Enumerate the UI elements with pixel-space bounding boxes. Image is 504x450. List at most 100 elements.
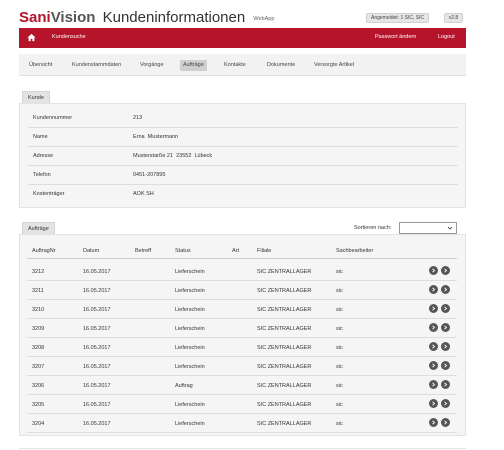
cell-filiale: SIC ZENTRALLAGER bbox=[257, 345, 312, 351]
tab-auftraege[interactable]: Aufträge bbox=[180, 60, 207, 71]
chevron-right-icon bbox=[432, 306, 436, 311]
col-betreff[interactable]: Betreff bbox=[135, 248, 151, 254]
nav-logout[interactable]: Logout bbox=[438, 34, 455, 40]
kunde-value: AOK SH bbox=[133, 191, 154, 197]
cell-datum: 16.05.2017 bbox=[83, 402, 111, 408]
cell-filiale: SIC ZENTRALLAGER bbox=[257, 288, 312, 294]
table-row[interactable]: 3212 16.05.2017 Lieferschein SIC ZENTRALLAG… bbox=[27, 262, 457, 281]
cell-filiale: SIC ZENTRALLAGER bbox=[257, 364, 312, 370]
tab-dokumente[interactable]: Dokumente bbox=[264, 60, 298, 71]
cell-status: Lieferschein bbox=[175, 326, 205, 332]
tab-uebersicht[interactable]: Übersicht bbox=[26, 60, 55, 71]
row-action-button-1[interactable] bbox=[429, 266, 438, 275]
top-nav-bar: Kundensuche Passwort ändern Logout bbox=[19, 28, 466, 48]
table-row[interactable]: 3209 16.05.2017 Lieferschein SIC ZENTRALLAG… bbox=[27, 319, 457, 338]
tab-kontakte[interactable]: Kontakte bbox=[221, 60, 249, 71]
cell-sb: sic bbox=[336, 402, 343, 408]
row-action-button-2[interactable] bbox=[441, 399, 450, 408]
table-row[interactable]: 3208 16.05.2017 Lieferschein SIC ZENTRALLAG… bbox=[27, 338, 457, 357]
cell-filiale: SIC ZENTRALLAGER bbox=[257, 307, 312, 313]
cell-sb: sic bbox=[336, 364, 343, 370]
row-action-button-2[interactable] bbox=[441, 361, 450, 370]
auftraege-section-label: Aufträge bbox=[22, 222, 55, 234]
col-status[interactable]: Status bbox=[175, 248, 191, 254]
kunde-row: Kundennummer 213 bbox=[28, 109, 458, 128]
cell-nr: 3205 bbox=[32, 402, 45, 408]
cell-status: Lieferschein bbox=[175, 345, 205, 351]
table-row[interactable]: 3210 16.05.2017 Lieferschein SIC ZENTRALLAG… bbox=[27, 300, 457, 319]
app-header: SaniVision Kundeninformationen WebApp An… bbox=[19, 6, 466, 28]
row-action-button-2[interactable] bbox=[441, 323, 450, 332]
table-row[interactable]: 3211 16.05.2017 Lieferschein SIC ZENTRALLAG… bbox=[27, 281, 457, 300]
cell-nr: 3207 bbox=[32, 364, 45, 370]
kunde-panel: Kundennummer 213 Name Erna Mustermann Ad… bbox=[19, 103, 466, 208]
kunde-label: Kundennummer bbox=[33, 115, 73, 121]
nav-kundensuche[interactable]: Kundensuche bbox=[52, 34, 86, 40]
tab-versorgte-artikel[interactable]: Versorgte Artikel bbox=[311, 60, 357, 71]
row-action-button-1[interactable] bbox=[429, 399, 438, 408]
kunde-value: Musterstarße 21 23552 Lübeck bbox=[133, 153, 213, 159]
cell-datum: 16.05.2017 bbox=[83, 269, 111, 275]
row-action-button-1[interactable] bbox=[429, 323, 438, 332]
row-action-button-1[interactable] bbox=[429, 285, 438, 294]
row-action-button-1[interactable] bbox=[429, 361, 438, 370]
chevron-right-icon bbox=[432, 344, 436, 349]
cell-datum: 16.05.2017 bbox=[83, 421, 111, 427]
chevron-right-icon bbox=[444, 287, 448, 292]
chevron-right-icon bbox=[444, 325, 448, 330]
cell-datum: 16.05.2017 bbox=[83, 307, 111, 313]
col-filiale[interactable]: Filiale bbox=[257, 248, 271, 254]
row-action-button-2[interactable] bbox=[441, 418, 450, 427]
col-art[interactable]: Art bbox=[232, 248, 239, 254]
cell-status: Lieferschein bbox=[175, 364, 205, 370]
chevron-right-icon bbox=[444, 382, 448, 387]
cell-datum: 16.05.2017 bbox=[83, 326, 111, 332]
kunde-label: Kostenträger bbox=[33, 191, 65, 197]
row-action-button-2[interactable] bbox=[441, 285, 450, 294]
table-header: AuftragNr Datum Betreff Status Art Filia… bbox=[27, 245, 457, 259]
chevron-right-icon bbox=[432, 287, 436, 292]
home-icon[interactable] bbox=[27, 33, 36, 42]
table-row[interactable]: 3206 16.05.2017 Auftrag SIC ZENTRALLAGER sic bbox=[27, 376, 457, 395]
tab-vorgaenge[interactable]: Vorgänge bbox=[137, 60, 167, 71]
cell-nr: 3208 bbox=[32, 345, 45, 351]
row-action-button-2[interactable] bbox=[441, 342, 450, 351]
kunde-row: Kostenträger AOK SH bbox=[28, 185, 458, 204]
brand-logo-sani: Sani bbox=[19, 9, 51, 26]
table-row[interactable]: 3207 16.05.2017 Lieferschein SIC ZENTRALLAG… bbox=[27, 357, 457, 376]
row-action-button-2[interactable] bbox=[441, 266, 450, 275]
chevron-right-icon bbox=[444, 306, 448, 311]
kunde-label: Name bbox=[33, 134, 48, 140]
table-row[interactable]: 3204 16.05.2017 Lieferschein SIC ZENTRALLAG… bbox=[27, 414, 457, 433]
col-auftragnr[interactable]: AuftragNr bbox=[32, 248, 56, 254]
row-action-button-2[interactable] bbox=[441, 380, 450, 389]
row-action-button-2[interactable] bbox=[441, 304, 450, 313]
col-datum[interactable]: Datum bbox=[83, 248, 99, 254]
cell-filiale: SIC ZENTRALLAGER bbox=[257, 269, 312, 275]
cell-status: Lieferschein bbox=[175, 421, 205, 427]
col-sachbearbeiter[interactable]: Sachbearbeiter bbox=[336, 248, 373, 254]
chevron-down-icon bbox=[447, 226, 453, 230]
row-action-button-1[interactable] bbox=[429, 304, 438, 313]
chevron-right-icon bbox=[444, 363, 448, 368]
cell-sb: sic bbox=[336, 307, 343, 313]
cell-status: Lieferschein bbox=[175, 269, 205, 275]
sort-label: Sortieren nach: bbox=[354, 225, 392, 231]
tab-kundenstammdaten[interactable]: Kundenstammdaten bbox=[69, 60, 124, 71]
cell-datum: 16.05.2017 bbox=[83, 383, 111, 389]
kunde-value: 0451-207895 bbox=[133, 172, 166, 178]
chevron-right-icon bbox=[432, 382, 436, 387]
cell-nr: 3204 bbox=[32, 421, 45, 427]
cell-sb: sic bbox=[336, 269, 343, 275]
table-row[interactable]: 3205 16.05.2017 Lieferschein SIC ZENTRALLAG… bbox=[27, 395, 457, 414]
row-action-button-1[interactable] bbox=[429, 380, 438, 389]
chevron-right-icon bbox=[444, 344, 448, 349]
cell-status: Auftrag bbox=[175, 383, 193, 389]
sort-select[interactable] bbox=[399, 222, 457, 234]
nav-passwort-aendern[interactable]: Passwort ändern bbox=[375, 34, 416, 40]
cell-sb: sic bbox=[336, 383, 343, 389]
row-action-button-1[interactable] bbox=[429, 418, 438, 427]
row-action-button-1[interactable] bbox=[429, 342, 438, 351]
chevron-right-icon bbox=[444, 401, 448, 406]
kunde-section-label: Kunde bbox=[22, 91, 50, 103]
